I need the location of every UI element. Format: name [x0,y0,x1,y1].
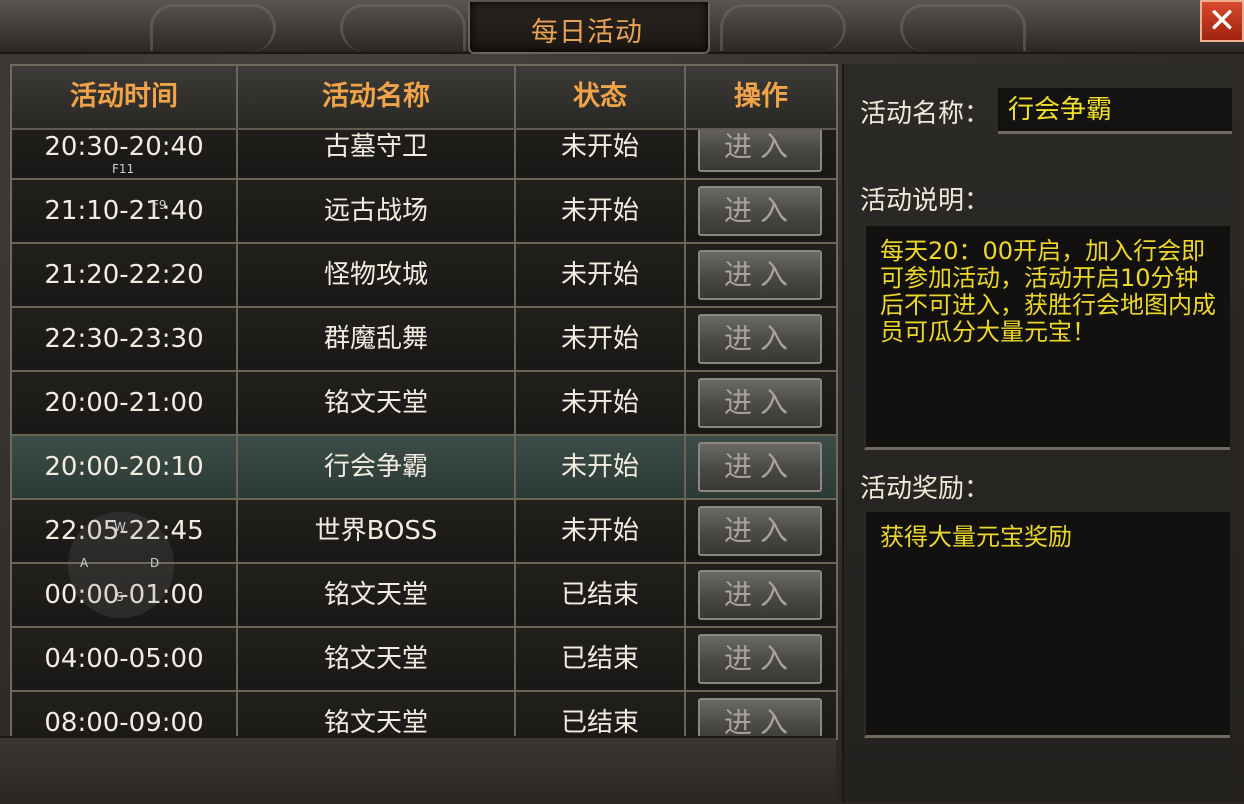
header-status: 状态 [516,66,686,128]
activity-reward-text: 获得大量元宝奖励 [880,523,1072,551]
row-time: 21:10-21:40 [12,180,238,242]
close-icon: ✕ [1207,1,1237,41]
row-status: 已结束 [516,628,686,690]
close-button[interactable]: ✕ [1200,0,1244,42]
enter-button[interactable]: 进入 [698,698,822,738]
table-row[interactable]: 08:00-09:00 铭文天堂 已结束 进入 [12,692,836,738]
ornament-left-inner-icon [340,4,466,51]
row-status: 未开始 [516,436,686,498]
header-name: 活动名称 [238,66,516,128]
activity-desc-box: 每天20：00开启，加入行会即可参加活动，活动开启10分钟后不可进入，获胜行会地… [864,226,1230,450]
activity-reward-box: 获得大量元宝奖励 [864,512,1230,738]
joystick-a-label: A [80,556,89,570]
row-activity-name: 铭文天堂 [238,564,516,626]
activity-desc-label: 活动说明： [860,186,991,216]
enter-button[interactable]: 进入 [698,570,822,620]
enter-button[interactable]: 进入 [698,506,822,556]
row-activity-name: 远古战场 [238,180,516,242]
table-row[interactable]: 21:20-22:20 怪物攻城 未开始 进入 [12,244,836,308]
table-row[interactable]: 21:10-21:40 远古战场 未开始 进入 [12,180,836,244]
row-status: 已结束 [516,564,686,626]
joystick-s-label: S [116,590,124,604]
activity-name-label: 活动名称： [860,99,991,129]
enter-button[interactable]: 进入 [698,314,822,364]
hotkey-f11-hint: F11 [112,162,135,176]
row-time: 20:00-20:10 [12,436,238,498]
row-activity-name: 行会争霸 [238,436,516,498]
row-time: 21:20-22:20 [12,244,238,306]
row-status: 未开始 [516,308,686,370]
row-status: 已结束 [516,692,686,738]
row-activity-name: 世界BOSS [238,500,516,562]
row-status: 未开始 [516,180,686,242]
joystick-w-label: W [114,520,126,534]
table-row[interactable]: 04:00-05:00 铭文天堂 已结束 进入 [12,628,836,692]
ornament-left-icon [150,4,276,51]
row-status: 未开始 [516,500,686,562]
enter-button[interactable]: 进入 [698,186,822,236]
window-title: 每日活动 [531,17,643,48]
activity-reward-label: 活动奖励： [860,474,991,504]
row-time: 08:00-09:00 [12,692,238,738]
activity-name-value: 行会争霸 [998,88,1232,134]
row-activity-name: 铭文天堂 [238,628,516,690]
enter-button[interactable]: 进入 [698,634,822,684]
table-header: 活动时间 活动名称 状态 操作 [12,66,836,130]
enter-button[interactable]: 进入 [698,250,822,300]
row-time: 04:00-05:00 [12,628,238,690]
activity-table[interactable]: 20:30-20:40 古墓守卫 未开始 进入 21:10-21:40 远古战场 未开始 进入… [10,64,838,740]
row-activity-name: 铭文天堂 [238,692,516,738]
row-status: 未开始 [516,244,686,306]
ornament-right-inner-icon [720,4,846,51]
row-time: 22:30-23:30 [12,308,238,370]
row-status: 未开始 [516,372,686,434]
row-time: 20:00-21:00 [12,372,238,434]
table-row[interactable]: 20:00-21:00 铭文天堂 未开始 进入 [12,372,836,436]
row-activity-name: 怪物攻城 [238,244,516,306]
enter-button[interactable]: 进入 [698,442,822,492]
title-bar: 每日活动 [0,0,1244,54]
table-footer [0,736,836,804]
hotkey-f9-hint: F9 [152,198,167,212]
header-time: 活动时间 [12,66,238,128]
ornament-right-icon [900,4,1026,51]
table-row[interactable]: 20:00-20:10 行会争霸 未开始 进入 [12,436,836,500]
header-action: 操作 [734,81,788,112]
enter-button[interactable]: 进入 [698,378,822,428]
joystick-d-label: D [150,556,160,570]
row-activity-name: 铭文天堂 [238,372,516,434]
activity-desc-text: 每天20：00开启，加入行会即可参加活动，活动开启10分钟后不可进入，获胜行会地… [880,237,1216,346]
table-row[interactable]: 22:30-23:30 群魔乱舞 未开始 进入 [12,308,836,372]
row-activity-name: 群魔乱舞 [238,308,516,370]
